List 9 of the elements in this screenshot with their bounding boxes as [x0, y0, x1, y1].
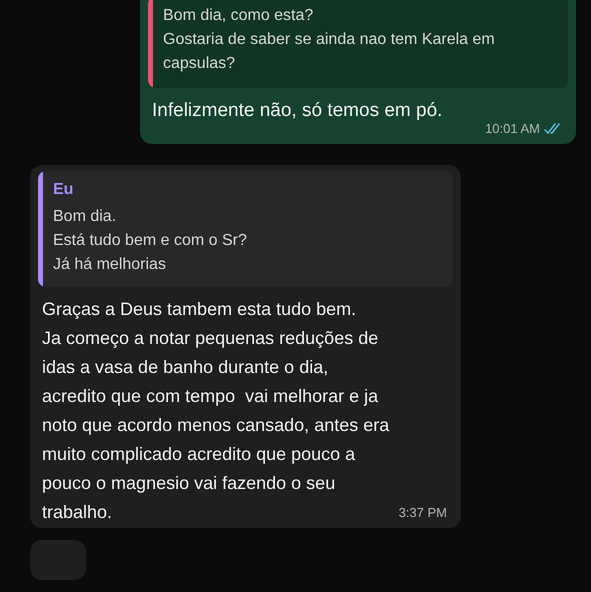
- message-time: 3:37 PM: [398, 505, 447, 520]
- message-text: Infelizmente não, só temos em pó.: [151, 99, 444, 123]
- message-text: Graças a Deus tambem esta tudo bem. Ja começo a notar pequenas reduções de idas a vasa de banho durante o dia, acredito que com tempo vai melhorar e ja noto que acordo menos cansado, antes era muito complicado acredito que pouco a pouco o magnesio vai fazendo o seu trabalho.: [41, 298, 390, 524]
- quote-text: Bom dia, como esta? Gostaria de saber se ainda nao tem Karela em capsulas?: [163, 6, 496, 74]
- quoted-message[interactable]: Bom dia, como esta? Gostaria de saber se ainda nao tem Karela em capsulas?: [148, 0, 568, 88]
- quoted-message[interactable]: Eu Bom dia. Está tudo bem e com o Sr? Já há melhorias: [38, 171, 453, 287]
- message-time: 10:01 AM: [485, 121, 540, 136]
- quote-text: Bom dia. Está tudo bem e com o Sr? Já há melhorias: [53, 207, 247, 275]
- quote-author: Eu: [53, 181, 74, 199]
